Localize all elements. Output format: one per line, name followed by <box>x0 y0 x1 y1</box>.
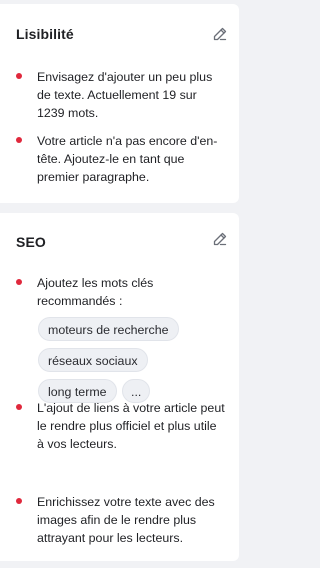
readability-item-text: Votre article n'a pas encore d'en-tête. … <box>37 134 218 184</box>
keyword-tags: moteurs de recherche réseaux sociaux lon… <box>36 317 226 403</box>
keyword-tag[interactable]: moteurs de recherche <box>38 317 179 341</box>
error-dot <box>16 498 22 504</box>
seo-keywords-item: Ajoutez les mots clés recommandés : <box>16 274 226 310</box>
error-dot <box>16 404 22 410</box>
seo-title: SEO <box>16 234 46 250</box>
readability-item: Votre article n'a pas encore d'en-tête. … <box>16 132 226 186</box>
readability-edit-button[interactable] <box>211 25 229 43</box>
error-dot <box>16 279 22 285</box>
seo-item: Enrichissez votre texte avec des images … <box>16 493 226 547</box>
readability-item-text: Envisagez d'ajouter un peu plus de texte… <box>37 70 213 120</box>
readability-card: Lisibilité Envisagez d'ajouter un peu pl… <box>0 4 239 203</box>
seo-keywords-intro: Ajoutez les mots clés recommandés : <box>37 276 154 308</box>
seo-edit-button[interactable] <box>211 230 229 248</box>
pencil-icon <box>212 26 228 42</box>
error-dot <box>16 137 22 143</box>
readability-item: Envisagez d'ajouter un peu plus de texte… <box>16 68 226 122</box>
error-dot <box>16 73 22 79</box>
seo-card: SEO Ajoutez les mots clés recommandés : … <box>0 213 239 561</box>
seo-item-text: Enrichissez votre texte avec des images … <box>37 495 215 545</box>
readability-title: Lisibilité <box>16 26 74 42</box>
seo-item-text: L'ajout de liens à votre article peut le… <box>37 401 225 451</box>
pencil-icon <box>212 231 228 247</box>
seo-item: L'ajout de liens à votre article peut le… <box>16 399 226 453</box>
keyword-tag[interactable]: réseaux sociaux <box>38 348 148 372</box>
